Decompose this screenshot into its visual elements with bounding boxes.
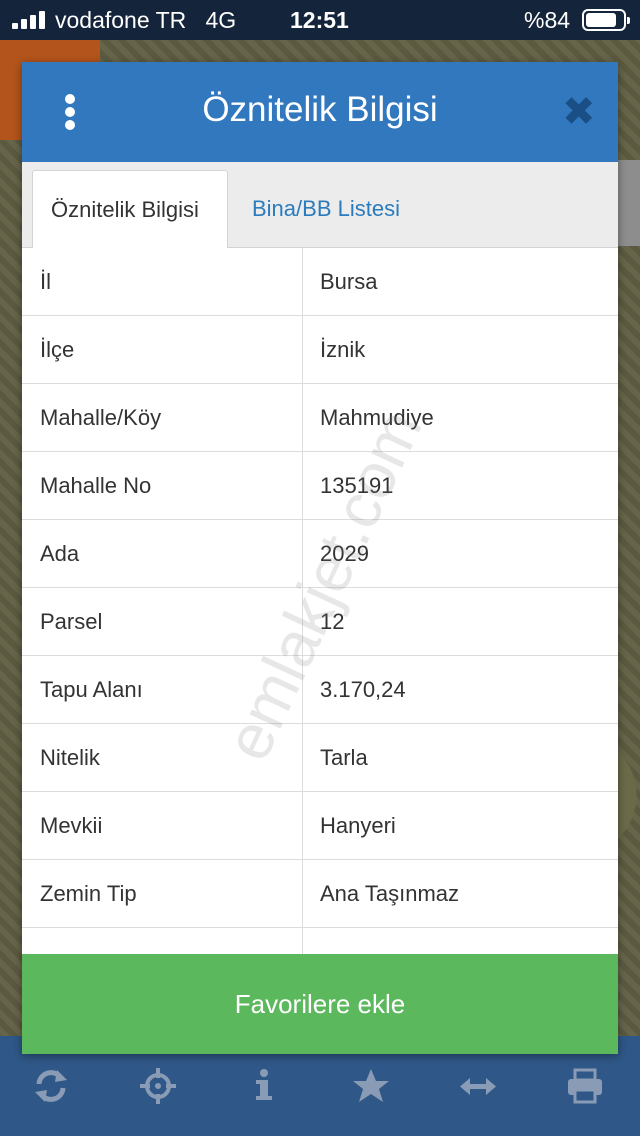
row-value: Ana Taşınmaz: [320, 881, 460, 906]
row-key: İl: [40, 269, 51, 294]
table-row: Parsel 12: [22, 588, 618, 656]
table-row: Ada 2029: [22, 520, 618, 588]
close-icon[interactable]: ✖: [562, 92, 596, 132]
table-row: İlçe İznik: [22, 316, 618, 384]
status-bar: vodafone TR 4G 12:51 %84: [0, 0, 640, 40]
clock: 12:51: [290, 7, 349, 33]
table-row: Mahalle No 135191: [22, 452, 618, 520]
row-key: Mahalle/Köy: [40, 405, 162, 430]
tab-building-list[interactable]: Bina/BB Listesi: [234, 170, 418, 248]
row-key: Mahalle No: [40, 473, 152, 498]
signal-icon: [12, 9, 45, 29]
table-row: Tapu Alanı 3.170,24: [22, 656, 618, 724]
attribute-info-modal: Öznitelik Bilgisi ✖ Öznitelik Bilgisi Bi…: [22, 62, 618, 1054]
add-favorite-button[interactable]: Favorilere ekle: [22, 954, 618, 1054]
network-type: 4G: [205, 7, 237, 33]
star-icon[interactable]: [351, 1066, 391, 1106]
map-feature-strip: [618, 160, 640, 246]
modal-header: Öznitelik Bilgisi ✖: [22, 62, 618, 162]
refresh-icon[interactable]: [31, 1066, 71, 1106]
attribute-table: İl Bursa İlçe İznik Mahalle/Köy Mahmudiye M…: [22, 248, 618, 996]
info-icon[interactable]: [244, 1066, 284, 1106]
row-key: Ada: [40, 541, 80, 566]
modal-title: Öznitelik Bilgisi: [202, 90, 438, 129]
crosshair-icon[interactable]: [138, 1066, 178, 1106]
row-key: Parsel: [40, 609, 103, 634]
carrier-label: vodafone TR 4G: [55, 7, 236, 34]
table-row: Mahalle/Köy Mahmudiye: [22, 384, 618, 452]
row-value: 12: [320, 609, 345, 634]
row-value: 135191: [320, 473, 394, 498]
row-key: İlçe: [40, 337, 75, 362]
row-value: Mahmudiye: [320, 405, 434, 430]
row-value: Hanyeri: [320, 813, 396, 838]
tab-attribute-info[interactable]: Öznitelik Bilgisi: [32, 170, 228, 248]
battery-percent: %84: [524, 7, 571, 33]
table-row: İl Bursa: [22, 248, 618, 316]
table-row: Mevkii Hanyeri: [22, 792, 618, 860]
row-value: Tarla: [320, 745, 368, 770]
table-row: Zemin Tip Ana Taşınmaz: [22, 860, 618, 928]
row-value: Bursa: [320, 269, 378, 294]
row-key: Mevkii: [40, 813, 103, 838]
print-icon[interactable]: [565, 1066, 605, 1106]
table-row: Nitelik Tarla: [22, 724, 618, 792]
carrier-name: vodafone TR: [55, 7, 187, 33]
row-value: 2029: [320, 541, 369, 566]
measure-icon[interactable]: [458, 1066, 498, 1106]
row-value: 3.170,24: [320, 677, 406, 702]
tab-bar: Öznitelik Bilgisi Bina/BB Listesi: [22, 162, 618, 248]
battery-icon: [582, 9, 630, 31]
row-key: Zemin Tip: [40, 881, 137, 906]
row-value: İznik: [320, 337, 366, 362]
row-key: Nitelik: [40, 745, 100, 770]
row-key: Tapu Alanı: [40, 677, 143, 702]
